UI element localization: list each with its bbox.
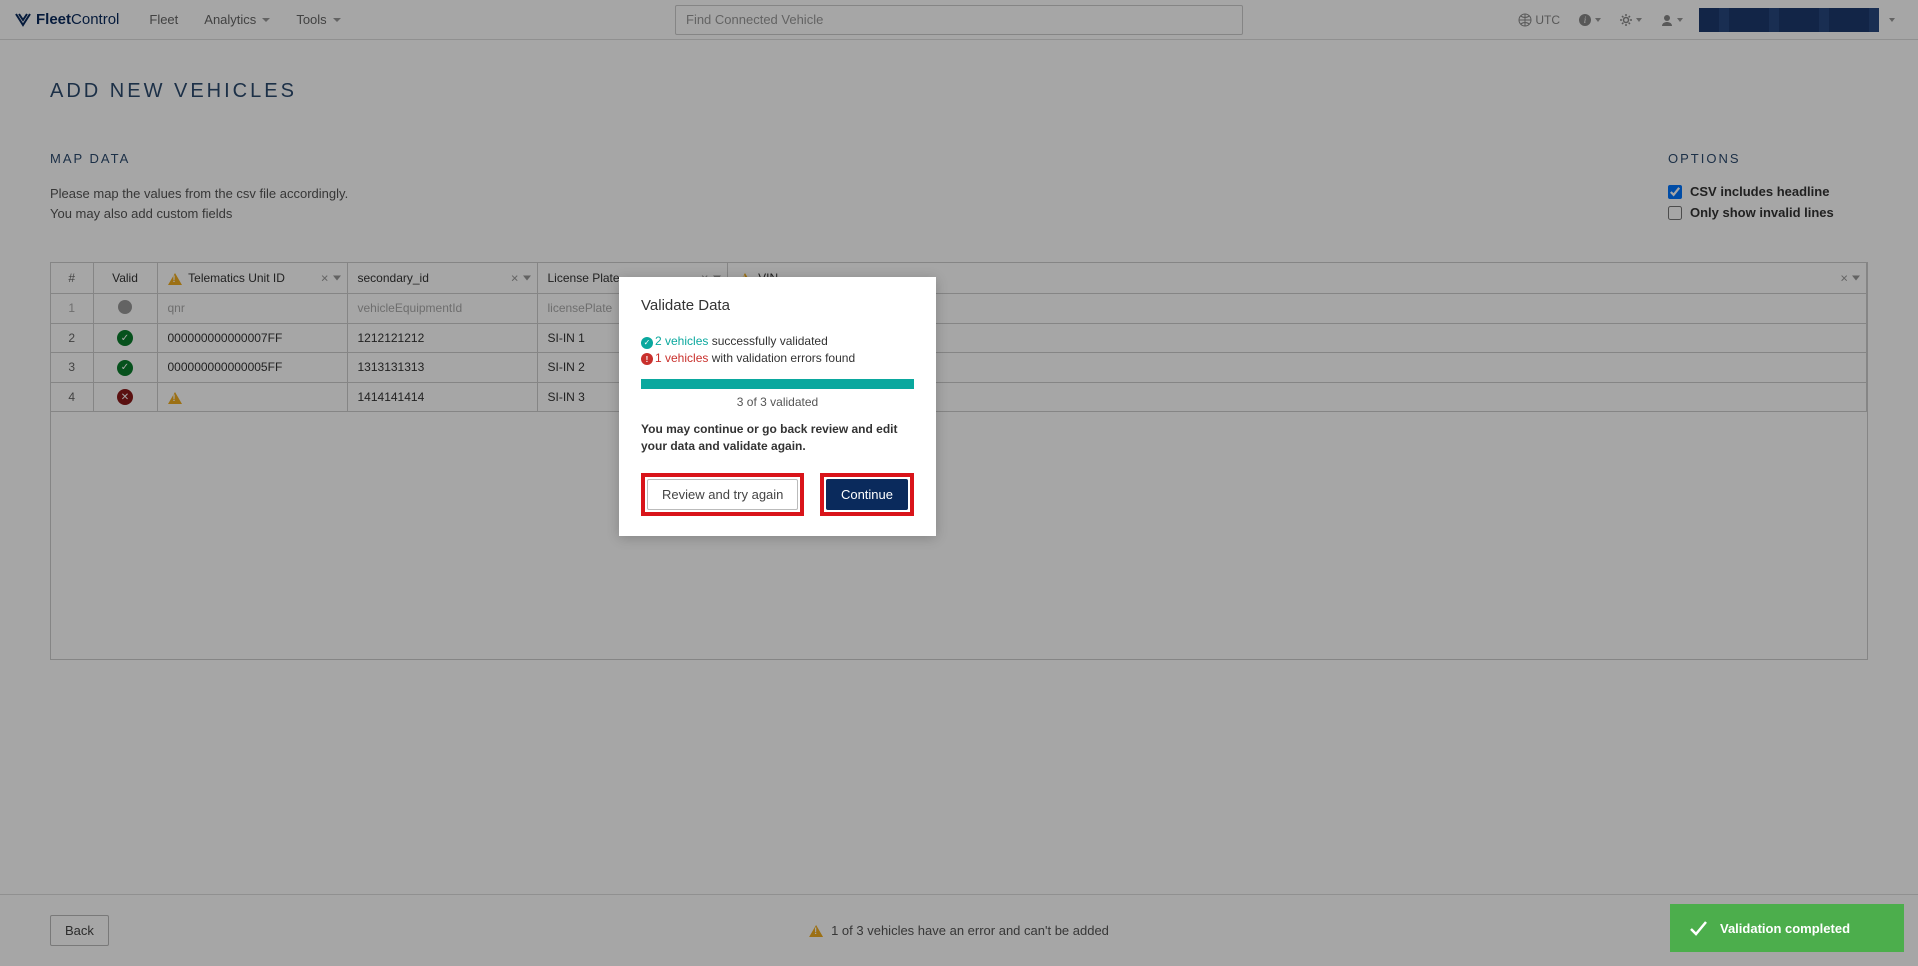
modal-backdrop (0, 0, 1918, 966)
modal-stat-ok: ✓2 vehicles successfully validated (641, 334, 914, 349)
toast-success: Validation completed (1670, 904, 1904, 952)
toast-text: Validation completed (1720, 921, 1850, 936)
check-circle-icon: ✓ (641, 337, 653, 349)
highlight-review: Review and try again (641, 473, 804, 516)
review-button[interactable]: Review and try again (647, 479, 798, 510)
modal-title: Validate Data (641, 297, 914, 314)
progress-label: 3 of 3 validated (641, 395, 914, 409)
highlight-continue: Continue (820, 473, 914, 516)
modal-help-text: You may continue or go back review and e… (641, 421, 914, 455)
check-icon (1688, 918, 1708, 938)
modal-stat-error: !1 vehicles with validation errors found (641, 351, 914, 366)
validate-data-modal: Validate Data ✓2 vehicles successfully v… (619, 277, 936, 536)
progress-bar (641, 379, 914, 389)
modal-continue-button[interactable]: Continue (826, 479, 908, 510)
error-circle-icon: ! (641, 353, 653, 365)
